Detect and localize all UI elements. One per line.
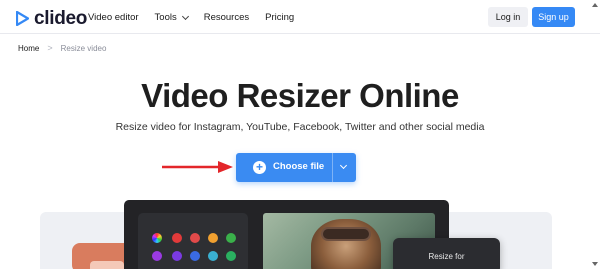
color-swatch	[172, 233, 182, 243]
logo-text: clideo	[34, 8, 88, 29]
breadcrumb-current: Resize video	[60, 43, 107, 53]
red-annotation-arrow-icon	[162, 161, 233, 173]
page-title: Video Resizer Online	[141, 77, 459, 114]
color-swatch	[152, 251, 162, 261]
nav-pricing[interactable]: Pricing	[265, 12, 294, 23]
page-subtitle: Resize video for Instagram, YouTube, Fac…	[115, 121, 485, 133]
nav-resources[interactable]: Resources	[204, 12, 249, 23]
resize-for-label: Resize for	[428, 252, 465, 261]
breadcrumb-separator-icon: >	[47, 43, 53, 53]
main-nav: Video editor Tools Resources Pricing	[88, 12, 310, 23]
button-divider	[332, 153, 333, 182]
login-button[interactable]: Log in	[488, 7, 528, 27]
plus-icon: +	[253, 161, 266, 174]
color-swatch	[190, 251, 200, 261]
color-swatch	[208, 251, 218, 261]
choose-file-button[interactable]: + Choose file	[236, 153, 356, 182]
scrollbar-up-arrow-icon[interactable]	[592, 3, 598, 7]
breadcrumb-home-link[interactable]: Home	[18, 44, 39, 53]
color-swatch	[208, 233, 218, 243]
nav-tools[interactable]: Tools	[154, 12, 189, 23]
color-swatch	[172, 251, 182, 261]
nav-label: Resources	[203, 12, 250, 23]
play-logo-icon	[16, 11, 29, 26]
nav-label: Pricing	[265, 12, 295, 23]
color-swatch	[226, 233, 236, 243]
chevron-down-icon[interactable]	[339, 161, 348, 170]
top-nav-bar: clideo Video editor Tools Resources Pric…	[0, 0, 600, 34]
decorative-card-inner	[90, 261, 124, 269]
clideo-logo[interactable]: clideo	[16, 9, 87, 28]
scrollbar-down-arrow-icon[interactable]	[592, 262, 598, 266]
color-palette-panel	[138, 213, 248, 269]
nav-label: Tools	[154, 12, 177, 23]
resize-for-popup: Resize for	[393, 238, 500, 269]
color-swatch	[226, 251, 236, 261]
goggles-image	[321, 227, 371, 241]
nav-label: Video editor	[88, 12, 139, 23]
breadcrumb: Home > Resize video	[18, 43, 106, 53]
chevron-down-icon	[181, 12, 189, 20]
nav-video-editor[interactable]: Video editor	[88, 12, 139, 23]
color-swatch	[190, 233, 200, 243]
choose-file-label: Choose file	[273, 161, 325, 172]
color-wheel-icon	[152, 233, 162, 243]
signup-button[interactable]: Sign up	[532, 7, 575, 27]
